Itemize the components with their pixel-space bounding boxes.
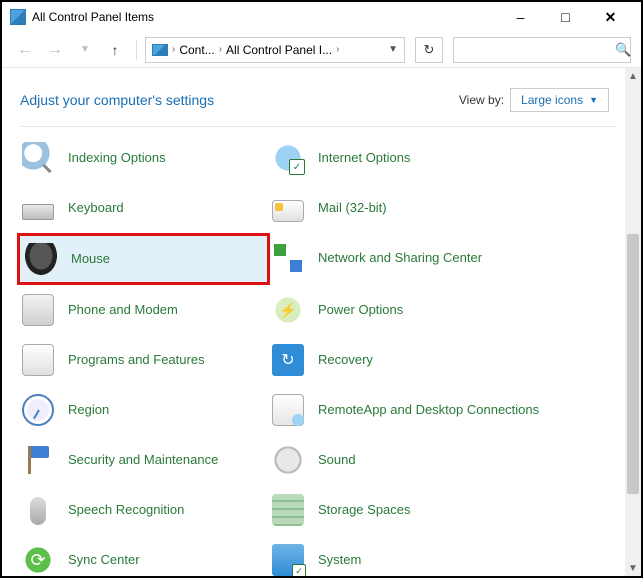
item-label: Mail (32-bit)	[318, 200, 387, 216]
scroll-thumb[interactable]	[627, 234, 639, 494]
viewby-label: View by:	[459, 93, 504, 107]
scroll-track[interactable]	[625, 84, 641, 560]
item-remoteapp[interactable]: RemoteApp and Desktop Connections	[270, 385, 580, 435]
chevron-right-icon: ›	[219, 44, 222, 55]
item-label: Sound	[318, 452, 356, 468]
item-label: Keyboard	[68, 200, 124, 216]
main-panel: Adjust your computer's settings View by:…	[2, 68, 625, 576]
globe-icon	[270, 140, 306, 176]
search-input[interactable]	[460, 43, 615, 57]
chevron-right-icon: ›	[336, 44, 339, 55]
sync-icon	[20, 542, 56, 576]
address-dropdown-icon[interactable]: ▼	[388, 44, 398, 55]
toolbar: ← → ▼ ↑ › Cont... › All Control Panel I.…	[2, 32, 641, 68]
item-sync-center[interactable]: Sync Center	[20, 535, 270, 576]
item-mouse[interactable]: Mouse	[17, 233, 270, 285]
items-grid: Indexing Options Internet Options Keyboa…	[20, 127, 625, 576]
recovery-icon	[270, 342, 306, 378]
titlebar: All Control Panel Items – □ ✕	[2, 2, 641, 32]
battery-icon	[270, 292, 306, 328]
flag-icon	[20, 442, 56, 478]
vertical-scrollbar[interactable]: ▲ ▼	[625, 68, 641, 576]
item-label: Storage Spaces	[318, 502, 411, 518]
recent-locations-button[interactable]: ▼	[72, 37, 98, 63]
viewby-dropdown[interactable]: Large icons ▼	[510, 88, 609, 112]
content-area: Adjust your computer's settings View by:…	[2, 68, 641, 576]
back-button[interactable]: ←	[12, 37, 38, 63]
chevron-down-icon: ▼	[589, 95, 598, 105]
item-label: Phone and Modem	[68, 302, 178, 318]
heading-row: Adjust your computer's settings View by:…	[20, 68, 625, 126]
address-icon	[152, 44, 168, 56]
scroll-down-button[interactable]: ▼	[625, 560, 641, 576]
item-storage-spaces[interactable]: Storage Spaces	[270, 485, 580, 535]
item-label: Recovery	[318, 352, 373, 368]
address-bar[interactable]: › Cont... › All Control Panel I... › ▼	[145, 37, 405, 63]
keyboard-icon	[20, 190, 56, 226]
item-label: RemoteApp and Desktop Connections	[318, 402, 539, 418]
item-keyboard[interactable]: Keyboard	[20, 183, 270, 233]
item-programs-features[interactable]: Programs and Features	[20, 335, 270, 385]
window-title: All Control Panel Items	[32, 10, 498, 24]
item-network-sharing[interactable]: Network and Sharing Center	[270, 233, 580, 283]
item-label: Programs and Features	[68, 352, 205, 368]
remote-icon	[270, 392, 306, 428]
item-speech-recognition[interactable]: Speech Recognition	[20, 485, 270, 535]
page-heading: Adjust your computer's settings	[20, 92, 459, 108]
item-label: Internet Options	[318, 150, 411, 166]
monitor-icon	[270, 542, 306, 576]
item-label: Sync Center	[68, 552, 140, 568]
up-button[interactable]: ↑	[102, 37, 128, 63]
network-icon	[270, 240, 306, 276]
item-phone-modem[interactable]: Phone and Modem	[20, 285, 270, 335]
item-label: Speech Recognition	[68, 502, 184, 518]
item-label: Indexing Options	[68, 150, 166, 166]
chevron-right-icon: ›	[172, 44, 175, 55]
box-icon	[20, 342, 56, 378]
item-label: Region	[68, 402, 109, 418]
item-power-options[interactable]: Power Options	[270, 285, 580, 335]
item-mail[interactable]: Mail (32-bit)	[270, 183, 580, 233]
phone-icon	[20, 292, 56, 328]
mouse-icon	[23, 241, 59, 277]
drives-icon	[270, 492, 306, 528]
item-label: Power Options	[318, 302, 403, 318]
breadcrumb-segment-1[interactable]: Cont...	[179, 43, 214, 57]
magnifier-icon	[20, 140, 56, 176]
breadcrumb-segment-2[interactable]: All Control Panel I...	[226, 43, 332, 57]
item-system[interactable]: System	[270, 535, 580, 576]
item-sound[interactable]: Sound	[270, 435, 580, 485]
search-box[interactable]: 🔍	[453, 37, 631, 63]
forward-button[interactable]: →	[42, 37, 68, 63]
control-panel-icon	[10, 9, 26, 25]
search-icon: 🔍	[615, 42, 631, 58]
item-recovery[interactable]: Recovery	[270, 335, 580, 385]
window-controls: – □ ✕	[498, 3, 633, 31]
viewby-value: Large icons	[521, 93, 583, 107]
control-panel-window: All Control Panel Items – □ ✕ ← → ▼ ↑ › …	[0, 0, 643, 578]
item-internet-options[interactable]: Internet Options	[270, 133, 580, 183]
item-label: Security and Maintenance	[68, 452, 218, 468]
refresh-button[interactable]: ↻	[415, 37, 443, 63]
item-indexing-options[interactable]: Indexing Options	[20, 133, 270, 183]
clock-icon	[20, 392, 56, 428]
item-label: System	[318, 552, 361, 568]
minimize-button[interactable]: –	[498, 3, 543, 31]
close-button[interactable]: ✕	[588, 3, 633, 31]
mail-icon	[270, 190, 306, 226]
item-label: Mouse	[71, 251, 110, 267]
separator	[136, 40, 137, 60]
item-label: Network and Sharing Center	[318, 250, 482, 266]
speaker-icon	[270, 442, 306, 478]
item-security-maintenance[interactable]: Security and Maintenance	[20, 435, 270, 485]
item-region[interactable]: Region	[20, 385, 270, 435]
maximize-button[interactable]: □	[543, 3, 588, 31]
scroll-up-button[interactable]: ▲	[625, 68, 641, 84]
microphone-icon	[20, 492, 56, 528]
